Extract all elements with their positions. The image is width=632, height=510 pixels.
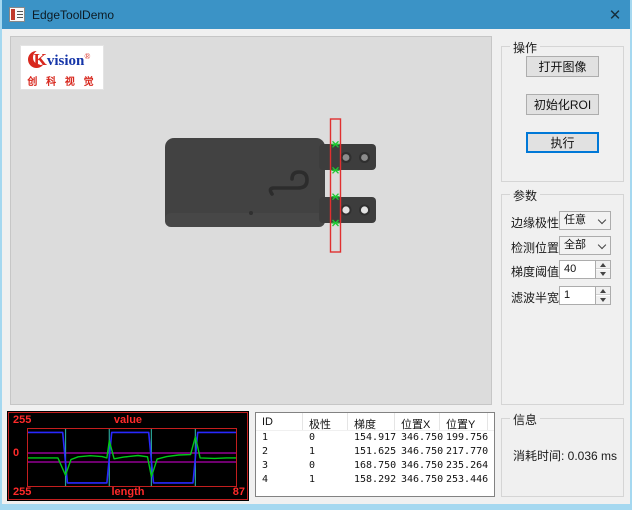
triangle-down-icon xyxy=(600,272,606,276)
window-title: EdgeToolDemo xyxy=(32,8,114,22)
edge-polarity-label: 边缘极性 xyxy=(511,214,559,231)
triangle-up-icon xyxy=(600,289,606,293)
detect-position-value: 全部 xyxy=(564,239,586,251)
execute-button[interactable]: 执行 xyxy=(526,132,599,153)
spin-down-button[interactable] xyxy=(596,270,610,278)
table-row[interactable]: 1 0 154.917 346.750 199.756 xyxy=(256,431,494,445)
edge-polarity-select[interactable]: 任意 xyxy=(559,211,611,230)
profile-curves xyxy=(28,429,236,486)
table-row[interactable]: 3 0 168.750 346.750 235.264 xyxy=(256,459,494,473)
registered-mark: ® xyxy=(84,52,90,61)
info-group: 信息 消耗时间: 0.036 ms xyxy=(501,418,624,497)
col-gradient: 梯度 xyxy=(348,413,395,430)
edge-polarity-value: 任意 xyxy=(564,214,586,226)
edge-tool-demo-window: EdgeToolDemo ✕ xyxy=(0,0,632,510)
table-row[interactable]: 4 1 158.292 346.750 253.446 xyxy=(256,473,494,487)
filter-halfwidth-row: 滤波半宽 1 xyxy=(502,286,625,305)
params-group-title: 参数 xyxy=(510,187,540,204)
chevron-down-icon xyxy=(598,216,606,224)
spinner-buttons xyxy=(595,287,610,304)
roi-rectangle[interactable] xyxy=(331,119,341,252)
col-pos-y: 位置Y xyxy=(440,413,488,430)
init-roi-button[interactable]: 初始化ROI xyxy=(526,94,599,115)
params-group: 参数 边缘极性 任意 检测位置 全部 梯度阈值 40 xyxy=(501,194,624,405)
spin-down-button[interactable] xyxy=(596,296,610,304)
spin-up-button[interactable] xyxy=(596,287,610,295)
info-group-title: 信息 xyxy=(510,411,540,428)
gradient-threshold-value: 40 xyxy=(564,263,576,275)
triangle-up-icon xyxy=(600,263,606,267)
filter-halfwidth-value: 1 xyxy=(564,289,570,301)
detect-position-label: 检测位置 xyxy=(511,239,559,256)
triangle-down-icon xyxy=(600,298,606,302)
gradient-threshold-label: 梯度阈值 xyxy=(511,263,559,280)
plot-y-zero-label: 0 xyxy=(13,447,19,459)
result-table: ID 极性 梯度 位置X 位置Y 1 0 154.917 346.750 199… xyxy=(255,412,495,497)
detect-position-select[interactable]: 全部 xyxy=(559,236,611,255)
filter-halfwidth-label: 滤波半宽 xyxy=(511,289,559,306)
elapsed-time-text: 消耗时间: 0.036 ms xyxy=(513,447,617,464)
profile-plot: 255 value 0 255 length 87 xyxy=(7,411,249,501)
gradient-curve xyxy=(28,437,236,477)
close-button[interactable]: ✕ xyxy=(598,0,632,29)
logo-text: vision xyxy=(47,53,85,69)
spinner-buttons xyxy=(595,261,610,278)
chevron-down-icon xyxy=(598,241,606,249)
kvision-logo: Kvision® 创 科 视 觉 xyxy=(20,45,104,90)
table-header: ID 极性 梯度 位置X 位置Y xyxy=(256,413,494,431)
gradient-threshold-row: 梯度阈值 40 xyxy=(502,260,625,279)
inspection-image xyxy=(11,37,491,404)
image-display-area: Kvision® 创 科 视 觉 xyxy=(10,36,492,405)
plot-title: value xyxy=(7,414,249,426)
open-image-button[interactable]: 打开图像 xyxy=(526,56,599,77)
operation-group-title: 操作 xyxy=(510,39,540,56)
col-polarity: 极性 xyxy=(303,413,348,430)
col-id: ID xyxy=(256,413,303,430)
table-row[interactable]: 2 1 151.625 346.750 217.770 xyxy=(256,445,494,459)
operation-group: 操作 打开图像 初始化ROI 执行 xyxy=(501,46,624,182)
detect-position-row: 检测位置 全部 xyxy=(502,236,625,255)
title-bar: EdgeToolDemo ✕ xyxy=(0,0,632,29)
plot-area xyxy=(27,428,237,487)
app-icon xyxy=(9,7,25,22)
logo-subtitle: 创 科 视 觉 xyxy=(21,73,103,88)
edge-polarity-row: 边缘极性 任意 xyxy=(502,211,625,230)
gradient-threshold-input[interactable]: 40 xyxy=(559,260,611,279)
filter-halfwidth-input[interactable]: 1 xyxy=(559,286,611,305)
spin-up-button[interactable] xyxy=(596,261,610,269)
logo-k: K xyxy=(34,50,47,69)
col-pos-x: 位置X xyxy=(395,413,440,430)
